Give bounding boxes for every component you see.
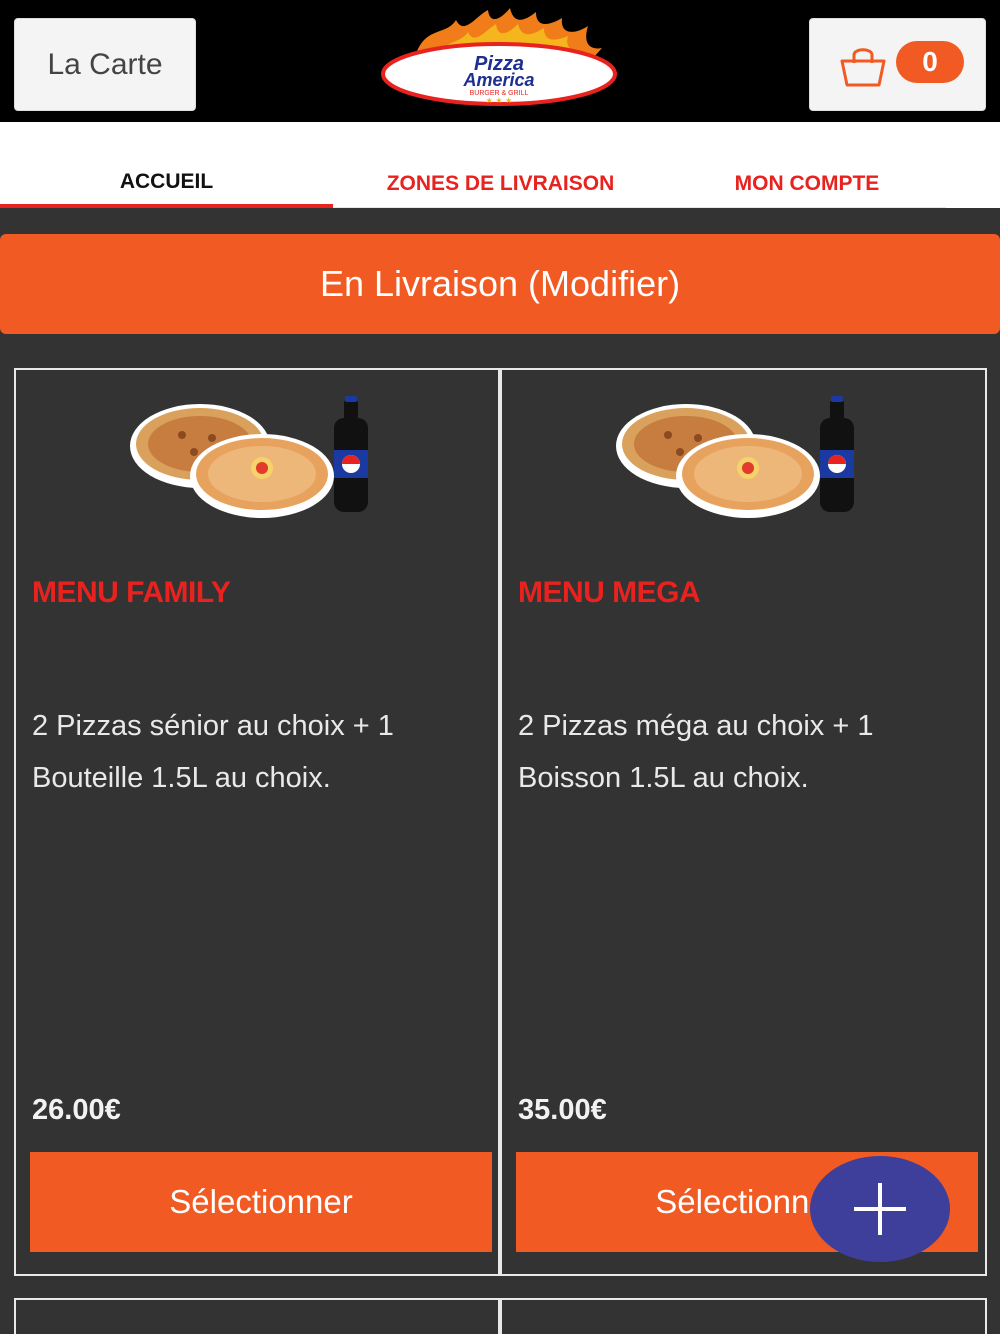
product-card: [14, 1298, 500, 1334]
main-nav: ACCUEIL ZONES DE LIVRAISON MON COMPTE: [0, 122, 1000, 208]
product-title: MENU FAMILY: [32, 576, 231, 609]
cart-button[interactable]: 0: [809, 18, 986, 111]
product-title: MENU MEGA: [518, 576, 701, 609]
tab-mon-compte[interactable]: MON COMPTE: [668, 122, 946, 208]
tab-accueil[interactable]: ACCUEIL: [0, 122, 333, 208]
product-card: MENU FAMILY 2 Pizzas sénior au choix + 1…: [14, 368, 500, 1276]
product-image[interactable]: [608, 390, 878, 520]
add-fab-button[interactable]: [810, 1156, 950, 1262]
la-carte-button[interactable]: La Carte: [14, 18, 196, 111]
svg-text:★ ★ ★: ★ ★ ★: [486, 96, 513, 105]
pizza-america-logo[interactable]: Pizza America BURGER & GRILL ★ ★ ★: [376, 6, 622, 106]
product-description: 2 Pizzas sénior au choix + 1 Bouteille 1…: [32, 710, 394, 794]
delivery-mode-button[interactable]: En Livraison (Modifier): [0, 234, 1000, 334]
tab-zones-de-livraison[interactable]: ZONES DE LIVRAISON: [333, 122, 668, 208]
product-card: MENU MEGA 2 Pizzas méga au choix + 1 Boi…: [500, 368, 987, 1276]
product-description: 2 Pizzas méga au choix + 1 Boisson 1.5L …: [518, 710, 874, 794]
product-price: 26.00€: [32, 1094, 121, 1126]
select-button[interactable]: Sélectionner: [30, 1152, 492, 1252]
svg-text:America: America: [462, 70, 534, 90]
plus-icon: [854, 1183, 906, 1235]
cart-count-badge: 0: [896, 41, 964, 83]
product-price: 35.00€: [518, 1094, 607, 1126]
app-header: La Carte Pizza America BURGER & GRILL ★ …: [0, 0, 1000, 122]
product-card: [500, 1298, 987, 1334]
shopping-bag-icon: [840, 48, 886, 87]
product-image[interactable]: [122, 390, 392, 520]
